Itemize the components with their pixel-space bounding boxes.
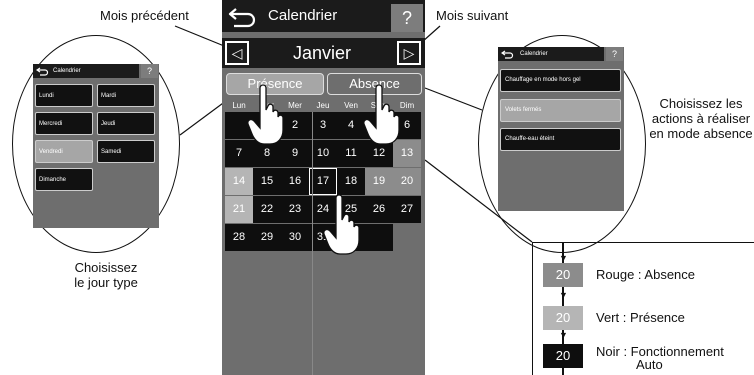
down-triangle-icon: ▼ <box>559 253 568 263</box>
legend-text-presence: Vert : Présence <box>596 310 685 325</box>
action-chauffe-eau-eteint[interactable]: Chauffe-eau éteint <box>500 128 621 151</box>
calendar-empty-cell <box>365 224 393 251</box>
prev-month-button[interactable]: ◁ <box>225 41 249 65</box>
action-chauffage-hors-gel[interactable]: Chauffage en mode hors gel <box>500 69 621 92</box>
calendar-day-cell[interactable]: 4 <box>337 112 365 139</box>
month-label: Janvier <box>292 43 352 63</box>
hand-pointer-icon <box>363 84 400 145</box>
legend-swatch-absence: 20 <box>543 263 583 287</box>
day-button-samedi[interactable]: Samedi <box>97 140 155 163</box>
down-triangle-icon: ▼ <box>559 290 568 300</box>
calendar-day-cell[interactable]: 22 <box>253 196 281 223</box>
day-button-vendredi[interactable]: Vendredi <box>35 140 93 163</box>
choose-actions-caption: Choisissez les actions à réaliser en mod… <box>649 96 753 141</box>
legend-swatch-presence: 20 <box>543 306 583 330</box>
calendar-day-cell[interactable]: 11 <box>337 140 365 167</box>
down-triangle-icon: ▼ <box>559 330 568 340</box>
day-button-mercredi[interactable]: Mercredi <box>35 112 93 135</box>
calendar-day-cell[interactable]: 23 <box>281 196 309 223</box>
legend-text-absence: Rouge : Absence <box>596 267 696 282</box>
help-button[interactable]: ? <box>606 47 623 61</box>
day-button-dimanche[interactable]: Dimanche <box>35 168 93 191</box>
help-button[interactable]: ? <box>391 4 423 32</box>
calendar-day-cell[interactable]: 21 <box>225 196 253 223</box>
calendar-day-cell[interactable]: 29 <box>253 224 281 251</box>
day-button-mardi[interactable]: Mardi <box>97 84 155 107</box>
help-button[interactable]: ? <box>141 64 158 78</box>
calendar-screen: Calendrier ? ◁ Janvier ▷ Présence Absenc… <box>222 0 425 375</box>
legend-text-auto: Noir : Fonctionnement Auto <box>596 344 724 372</box>
calendar-day-cell[interactable]: 28 <box>225 224 253 251</box>
mini-title: Calendrier <box>520 51 548 57</box>
next-month-button[interactable]: ▷ <box>397 41 421 65</box>
choose-day-type-caption: Choisissez le jour type <box>74 260 138 290</box>
day-button-jeudi[interactable]: Jeudi <box>97 112 155 135</box>
next-month-label: Mois suivant <box>436 8 509 23</box>
back-arrow-icon[interactable] <box>222 0 262 32</box>
calendar-day-cell[interactable]: 27 <box>393 196 421 223</box>
calendar-day-cell[interactable]: 3 <box>309 112 337 139</box>
absence-callout-line <box>424 87 483 111</box>
back-arrow-icon[interactable] <box>501 49 515 59</box>
calendar-day-cell[interactable]: 30 <box>281 224 309 251</box>
absence-actions-panel: Calendrier ? Chauffage en mode hors gel … <box>498 47 624 211</box>
calendar-day-cell[interactable]: 14 <box>225 168 253 195</box>
calendar-day-cell[interactable]: 20 <box>393 168 421 195</box>
hand-pointer-icon <box>323 194 360 255</box>
calendar-day-cell[interactable]: 10 <box>309 140 337 167</box>
screen-title: Calendrier <box>268 7 338 24</box>
calendar-empty-cell <box>393 224 421 251</box>
calendar-day-cell[interactable]: 16 <box>281 168 309 195</box>
mini-title: Calendrier <box>53 68 81 74</box>
day-type-panel: Calendrier ? Lundi Mardi Mercredi Jeudi … <box>33 64 159 228</box>
back-arrow-icon[interactable] <box>36 66 50 76</box>
calendar-day-cell[interactable]: 15 <box>253 168 281 195</box>
calendar-day-cell[interactable]: 26 <box>365 196 393 223</box>
week-divider <box>312 112 313 375</box>
legend-swatch-auto: 20 <box>543 344 583 368</box>
prev-month-label: Mois précédent <box>100 8 189 23</box>
hand-pointer-icon <box>247 84 284 145</box>
action-volets-fermes[interactable]: Volets fermés <box>500 99 621 122</box>
calendar-day-cell[interactable]: 18 <box>337 168 365 195</box>
day-button-lundi[interactable]: Lundi <box>35 84 93 107</box>
calendar-day-cell[interactable]: 19 <box>365 168 393 195</box>
calendar-day-cell[interactable]: 17 <box>309 168 337 195</box>
